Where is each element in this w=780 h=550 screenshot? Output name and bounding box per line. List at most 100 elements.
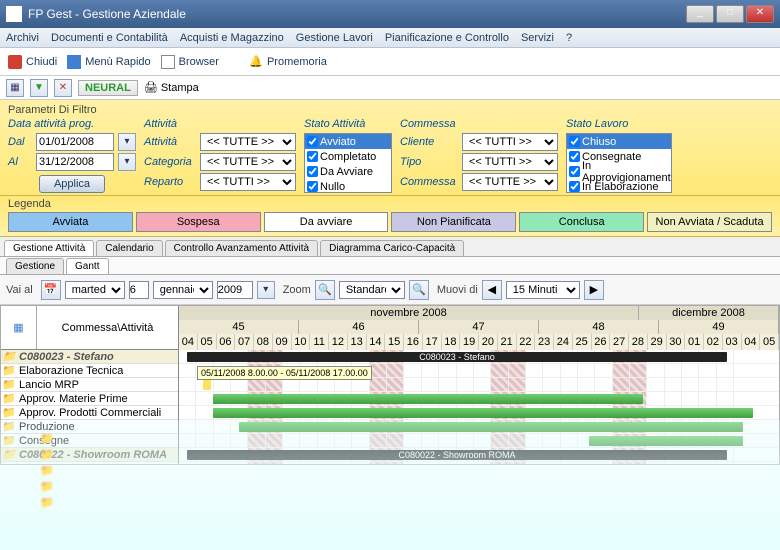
folder-icon: 📁 bbox=[1, 448, 17, 461]
stato-item-avviato[interactable]: Avviato bbox=[305, 134, 391, 149]
move-left-button[interactable]: ◀ bbox=[482, 280, 502, 300]
dal-dropdown[interactable]: ▾ bbox=[118, 133, 136, 151]
main-tabs: Gestione Attività Calendario Controllo A… bbox=[0, 237, 780, 257]
gantt-right-pane[interactable]: novembre 2008dicembre 2008 4546474849 04… bbox=[179, 306, 779, 464]
cliente-select[interactable]: << TUTTI >> bbox=[462, 133, 558, 151]
date-dropdown[interactable]: ▾ bbox=[257, 281, 275, 299]
tab-calendario[interactable]: Calendario bbox=[96, 240, 162, 256]
gantt-bar[interactable] bbox=[203, 380, 211, 390]
grid-icon-button[interactable]: ▦ bbox=[6, 79, 24, 97]
gantt-row[interactable]: 📁Consegne bbox=[1, 434, 178, 448]
gantt-bar[interactable] bbox=[589, 436, 743, 446]
gantt-row[interactable]: 📁Approv. Materie Prime bbox=[1, 392, 178, 406]
menu-servizi[interactable]: Servizi bbox=[521, 32, 554, 44]
gantt-row[interactable]: 📁C080023 - Stefano bbox=[1, 350, 178, 364]
al-dropdown[interactable]: ▾ bbox=[118, 153, 136, 171]
menu-pianificazione[interactable]: Pianificazione e Controllo bbox=[385, 32, 509, 44]
gantt-bar[interactable]: C080023 - Stefano bbox=[187, 352, 727, 362]
gantt-grid[interactable]: C080023 - Stefano C080022 - Showroom ROMA… bbox=[179, 350, 779, 464]
menu-rapido-button[interactable]: Menù Rapido bbox=[67, 55, 150, 69]
day-select[interactable]: martedì bbox=[65, 281, 125, 299]
row-label: Elaborazione Tecnica bbox=[17, 365, 123, 377]
gantt-row[interactable]: 📁Elaborazione Tecnica bbox=[1, 364, 178, 378]
subtab-gestione[interactable]: Gestione bbox=[6, 258, 64, 274]
stato-check[interactable] bbox=[307, 166, 318, 177]
muovi-select[interactable]: 15 Minuti bbox=[506, 281, 580, 299]
commessa-select[interactable]: << TUTTE >> bbox=[462, 173, 558, 191]
categoria-select[interactable]: << TUTTE >> bbox=[200, 153, 296, 171]
day-cell: 05 bbox=[760, 334, 779, 350]
sl-check[interactable] bbox=[569, 166, 580, 177]
daynum-input[interactable] bbox=[129, 281, 149, 299]
month-select[interactable]: gennaio bbox=[153, 281, 213, 299]
promemoria-label: Promemoria bbox=[267, 56, 327, 68]
gantt-bar[interactable] bbox=[213, 394, 643, 404]
menubar: Archivi Documenti e Contabilità Acquisti… bbox=[0, 28, 780, 48]
menu-acquisti[interactable]: Acquisti e Magazzino bbox=[180, 32, 284, 44]
chiudi-button[interactable]: Chiudi bbox=[8, 55, 57, 69]
commessa-header: Commessa bbox=[400, 118, 558, 130]
maximize-button[interactable]: □ bbox=[716, 5, 744, 23]
tab-controllo[interactable]: Controllo Avanzamento Attività bbox=[165, 240, 318, 256]
sl-item-approv[interactable]: In Approvigionamento bbox=[567, 164, 671, 179]
stato-check[interactable] bbox=[307, 151, 318, 162]
statolavoro-listbox[interactable]: Chiuso Consegnate In Approvigionamento I… bbox=[566, 133, 672, 193]
promemoria-button[interactable]: 🔔 Promemoria bbox=[249, 55, 327, 69]
stato-item-daavviare[interactable]: Da Avviare bbox=[305, 164, 391, 179]
close-button[interactable]: ✕ bbox=[746, 5, 774, 23]
gantt-bar[interactable]: C080022 - Showroom ROMA bbox=[187, 450, 727, 460]
gantt-row[interactable]: 📁C080022 - Showroom ROMA bbox=[1, 448, 178, 462]
minimize-button[interactable]: _ bbox=[686, 5, 714, 23]
menu-help[interactable]: ? bbox=[566, 32, 572, 44]
sl-item-chiuso[interactable]: Chiuso bbox=[567, 134, 671, 149]
zoom-out-button[interactable]: 🔍 bbox=[315, 280, 335, 300]
sl-item-elab[interactable]: In Elaborazione bbox=[567, 179, 671, 193]
applica-button[interactable]: Applica bbox=[39, 175, 105, 193]
attivita-label: Attività bbox=[144, 136, 196, 148]
gantt-row[interactable]: 📁Produzione bbox=[1, 420, 178, 434]
sl-check[interactable] bbox=[569, 151, 580, 162]
subtab-gantt[interactable]: Gantt bbox=[66, 258, 108, 274]
sl-check[interactable] bbox=[569, 136, 580, 147]
tree-icon[interactable]: ▦ bbox=[1, 306, 37, 349]
tipo-select[interactable]: << TUTTI >> bbox=[462, 153, 558, 171]
bell-icon: 🔔 bbox=[249, 55, 263, 69]
gantt-row[interactable]: 📁Lancio MRP bbox=[1, 378, 178, 392]
stampa-button[interactable]: 🖨Stampa bbox=[144, 81, 199, 94]
calendar-icon-button[interactable]: 📅 bbox=[41, 280, 61, 300]
stato-listbox[interactable]: Avviato Completato Da Avviare Nullo bbox=[304, 133, 392, 193]
sl-check[interactable] bbox=[569, 181, 580, 192]
gantt-bar[interactable] bbox=[213, 408, 753, 418]
categoria-label: Categoria bbox=[144, 156, 196, 168]
year-input[interactable] bbox=[217, 281, 253, 299]
zoom-select[interactable]: Standard bbox=[339, 281, 405, 299]
close-red-icon bbox=[8, 55, 22, 69]
dal-input[interactable] bbox=[36, 133, 114, 151]
menu-lavori[interactable]: Gestione Lavori bbox=[296, 32, 373, 44]
stato-item-nullo[interactable]: Nullo bbox=[305, 179, 391, 193]
day-cell: 13 bbox=[348, 334, 367, 350]
zoom-in-button[interactable]: 🔍 bbox=[409, 280, 429, 300]
muovidi-label: Muovi di bbox=[437, 284, 478, 296]
reparto-select[interactable]: << TUTTI >> bbox=[200, 173, 296, 191]
al-input[interactable] bbox=[36, 153, 114, 171]
clear-filter-button[interactable]: ✕ bbox=[54, 79, 72, 97]
day-cell: 27 bbox=[610, 334, 629, 350]
stato-item-completato[interactable]: Completato bbox=[305, 149, 391, 164]
attivita-select[interactable]: << TUTTE >> bbox=[200, 133, 296, 151]
browser-button[interactable]: Browser bbox=[161, 55, 219, 69]
menu-archivi[interactable]: Archivi bbox=[6, 32, 39, 44]
legend-panel: Legenda AvviataSospesaDa avviareNon Pian… bbox=[0, 196, 780, 237]
move-right-button[interactable]: ▶ bbox=[584, 280, 604, 300]
funnel-icon-button[interactable]: ▼ bbox=[30, 79, 48, 97]
tab-gestione-attivita[interactable]: Gestione Attività bbox=[4, 240, 94, 256]
stato-check[interactable] bbox=[307, 136, 318, 147]
menu-documenti[interactable]: Documenti e Contabilità bbox=[51, 32, 168, 44]
gantt-row[interactable]: 📁Approv. Prodotti Commerciali bbox=[1, 406, 178, 420]
gantt-bar[interactable] bbox=[239, 422, 743, 432]
cliente-label: Cliente bbox=[400, 136, 458, 148]
tab-diagramma[interactable]: Diagramma Carico-Capacità bbox=[320, 240, 464, 256]
neural-button[interactable]: NEURAL bbox=[78, 80, 138, 96]
day-cell: 08 bbox=[254, 334, 273, 350]
stato-check[interactable] bbox=[307, 181, 318, 192]
